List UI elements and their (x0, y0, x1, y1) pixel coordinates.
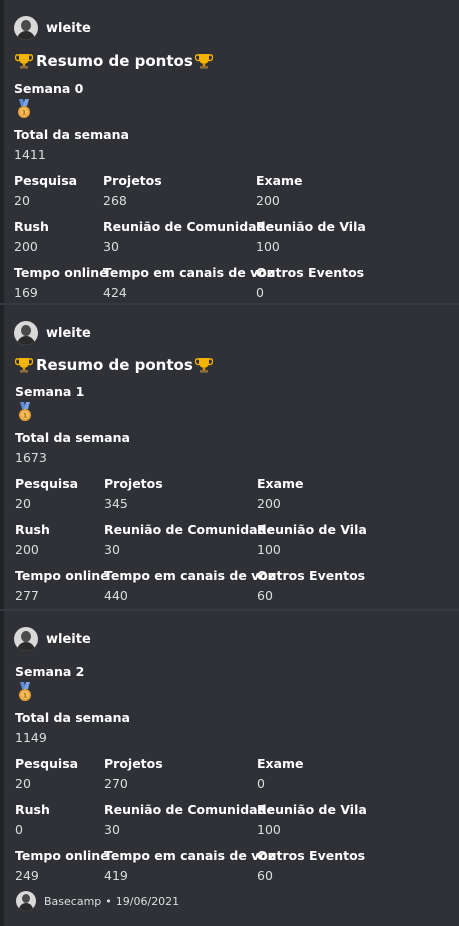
field-value: 200 (14, 239, 38, 254)
field-name: Tempo em canais de voz (104, 848, 276, 863)
field-value: 268 (103, 193, 127, 208)
medal-icon (18, 99, 30, 118)
field-name: Outros Eventos (256, 265, 365, 280)
embed-title: Resumo de pontos (15, 356, 213, 374)
total-value: 1673 (15, 450, 47, 465)
field-value: 60 (257, 588, 273, 603)
field-value: 277 (15, 588, 39, 603)
field-name: Outros Eventos (257, 568, 366, 583)
week-label: Semana 2 (15, 664, 85, 679)
week-label: Semana 1 (15, 384, 85, 399)
field-name: Tempo em canais de voz (104, 568, 276, 583)
week-label: Semana 0 (14, 81, 84, 96)
footer-separator: • (105, 894, 112, 908)
embed-week-1: wleite Resumo de pontos Semana 1 Total d… (0, 305, 459, 609)
field-value: 200 (256, 193, 280, 208)
field-name: Projetos (103, 173, 162, 188)
field-value: 0 (257, 776, 265, 791)
field-value: 440 (104, 588, 128, 603)
field-name: Reunião de Comunidade (103, 219, 275, 234)
author-name[interactable]: wleite (46, 326, 91, 341)
field-name: Pesquisa (15, 476, 79, 491)
field-name: Tempo em canais de voz (103, 265, 275, 280)
field-value: 20 (15, 776, 31, 791)
field-value: 200 (15, 542, 39, 557)
avatar-icon[interactable] (14, 627, 38, 651)
avatar-icon (16, 891, 36, 911)
field-name: Rush (14, 219, 49, 234)
trophy-icon (194, 53, 213, 70)
field-name: Rush (15, 522, 50, 537)
field-name: Tempo online (15, 848, 109, 863)
field-name: Reunião de Vila (256, 219, 366, 234)
embed-author[interactable]: wleite (14, 627, 91, 651)
total-value: 1149 (15, 730, 47, 745)
field-value: 100 (256, 239, 280, 254)
avatar-icon[interactable] (14, 16, 38, 40)
field-value: 30 (104, 542, 120, 557)
total-value: 1411 (14, 147, 46, 162)
embed-week-2: wleite Semana 2 Total da semana 1149 Pes… (0, 611, 459, 926)
field-value: 200 (257, 496, 281, 511)
total-label: Total da semana (15, 430, 130, 445)
embed-author[interactable]: wleite (14, 321, 91, 345)
field-name: Exame (257, 476, 304, 491)
total-label: Total da semana (14, 127, 129, 142)
field-value: 100 (257, 822, 281, 837)
field-value: 20 (15, 496, 31, 511)
field-value: 30 (103, 239, 119, 254)
embed-title: Resumo de pontos (15, 52, 213, 70)
embed-footer: Basecamp • 19/06/2021 (16, 891, 179, 911)
embed-week-0: wleite Resumo de pontos Semana 0 Total d… (0, 0, 459, 303)
field-name: Outros Eventos (257, 848, 366, 863)
avatar-icon[interactable] (14, 321, 38, 345)
medal-icon (19, 682, 31, 701)
embed-author[interactable]: wleite (14, 16, 91, 40)
field-name: Reunião de Vila (257, 802, 367, 817)
field-name: Exame (257, 756, 304, 771)
field-name: Tempo online (14, 265, 108, 280)
medal-icon (19, 402, 31, 421)
author-name[interactable]: wleite (46, 21, 91, 36)
trophy-icon (15, 53, 33, 70)
trophy-icon (194, 357, 213, 374)
field-name: Reunião de Comunidade (104, 522, 276, 537)
field-value: 169 (14, 285, 38, 300)
field-value: 270 (104, 776, 128, 791)
field-value: 345 (104, 496, 128, 511)
field-value: 0 (256, 285, 264, 300)
field-value: 30 (104, 822, 120, 837)
field-name: Tempo online (15, 568, 109, 583)
field-name: Projetos (104, 476, 163, 491)
field-name: Reunião de Comunidade (104, 802, 276, 817)
field-value: 100 (257, 542, 281, 557)
total-label: Total da semana (15, 710, 130, 725)
field-name: Rush (15, 802, 50, 817)
field-value: 419 (104, 868, 128, 883)
trophy-icon (15, 357, 33, 374)
field-name: Pesquisa (15, 756, 79, 771)
field-value: 424 (103, 285, 127, 300)
field-value: 0 (15, 822, 23, 837)
author-name[interactable]: wleite (46, 632, 91, 647)
field-value: 60 (257, 868, 273, 883)
field-value: 20 (14, 193, 30, 208)
footer-text: Basecamp (44, 894, 102, 908)
field-name: Reunião de Vila (257, 522, 367, 537)
footer-date: 19/06/2021 (115, 894, 180, 908)
field-name: Projetos (104, 756, 163, 771)
field-value: 249 (15, 868, 39, 883)
field-name: Exame (256, 173, 303, 188)
field-name: Pesquisa (14, 173, 78, 188)
embed-title-text: Resumo de pontos (36, 52, 193, 70)
embed-title-text: Resumo de pontos (36, 356, 193, 374)
